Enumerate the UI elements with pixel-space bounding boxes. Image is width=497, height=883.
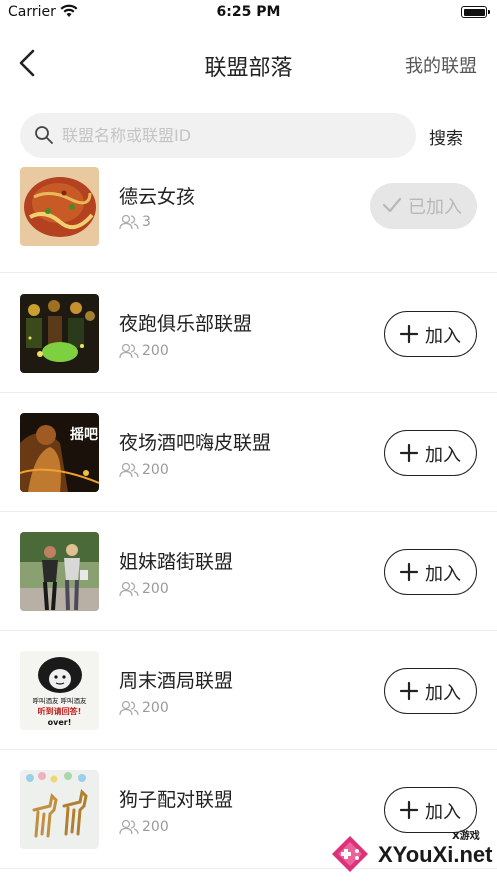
search-input[interactable] — [62, 113, 402, 158]
alliance-name: 周末酒局联盟 — [119, 670, 234, 692]
alliance-thumbnail: 摇吧 — [20, 413, 99, 492]
join-button[interactable]: 加入 — [384, 668, 477, 714]
meme-image-icon: 呼叫酒友 呼叫酒友 听到请回答! over! — [20, 651, 99, 730]
alliance-thumbnail — [20, 294, 99, 373]
dogs-drawing-icon — [20, 770, 99, 849]
gamepad-logo-icon — [332, 836, 368, 872]
alliance-thumbnail — [20, 770, 99, 849]
list-item[interactable]: 摇吧 夜场酒吧嗨皮联盟 200 加入 — [0, 393, 497, 512]
watermark: X游戏 XYouXi.net — [322, 826, 497, 883]
meme-caption-1: 呼叫酒友 呼叫酒友 — [32, 696, 87, 705]
alliance-thumbnail — [20, 167, 99, 246]
member-count: 200 — [142, 343, 169, 359]
back-chevron-icon[interactable] — [12, 46, 46, 80]
member-count: 3 — [142, 214, 151, 230]
plus-icon — [399, 800, 419, 820]
alliance-thumbnail — [20, 532, 99, 611]
join-label: 加入 — [425, 683, 461, 704]
alliance-name: 姐妹踏街联盟 — [119, 551, 234, 573]
join-button[interactable]: 加入 — [384, 430, 477, 476]
members-icon — [119, 819, 139, 835]
member-count: 200 — [142, 700, 169, 716]
members-icon — [119, 700, 139, 716]
bar-thumb-caption: 摇吧 — [70, 426, 98, 443]
joined-button[interactable]: 已加入 — [370, 183, 477, 229]
join-label: 加入 — [425, 445, 461, 466]
alliance-name: 夜跑俱乐部联盟 — [119, 313, 253, 335]
food-photo-icon — [20, 167, 99, 246]
clock: 6:25 PM — [216, 4, 281, 20]
search-icon — [35, 126, 53, 144]
meme-caption-2: 听到请回答! — [38, 706, 82, 716]
member-count: 200 — [142, 581, 169, 597]
plus-icon — [399, 443, 419, 463]
meme-caption-3: over! — [48, 718, 72, 727]
alliance-name: 德云女孩 — [119, 186, 196, 208]
search-bar — [20, 113, 416, 158]
navigation-bar: 联盟部落 我的联盟 — [0, 26, 497, 100]
status-bar: Carrier 6:25 PM — [0, 0, 497, 26]
alliance-name: 夜场酒吧嗨皮联盟 — [119, 432, 272, 454]
search-button[interactable]: 搜索 — [429, 124, 463, 149]
watermark-subtitle: X游戏 — [452, 831, 480, 842]
list-item[interactable]: 呼叫酒友 呼叫酒友 听到请回答! over! 周末酒局联盟 200 加入 — [0, 631, 497, 750]
joined-label: 已加入 — [408, 197, 462, 218]
my-alliance-button[interactable]: 我的联盟 — [405, 52, 477, 78]
join-button[interactable]: 加入 — [384, 549, 477, 595]
join-label: 加入 — [425, 802, 461, 823]
plus-icon — [399, 562, 419, 582]
list-item[interactable]: 夜跑俱乐部联盟 200 加入 — [0, 274, 497, 393]
members-icon — [119, 343, 139, 359]
list-item[interactable]: 姐妹踏街联盟 200 加入 — [0, 512, 497, 631]
bar-photo-icon: 摇吧 — [20, 413, 99, 492]
alliance-thumbnail: 呼叫酒友 呼叫酒友 听到请回答! over! — [20, 651, 99, 730]
member-count: 200 — [142, 819, 169, 835]
check-icon — [382, 197, 402, 213]
join-button[interactable]: 加入 — [384, 311, 477, 357]
plus-icon — [399, 324, 419, 344]
watermark-text: XYouXi.net — [378, 842, 493, 867]
battery-icon — [461, 6, 490, 18]
night-party-photo-icon — [20, 294, 99, 373]
members-icon — [119, 214, 139, 230]
members-icon — [119, 462, 139, 478]
list-item[interactable]: 德云女孩 3 已加入 — [0, 154, 497, 273]
plus-icon — [399, 681, 419, 701]
member-count: 200 — [142, 462, 169, 478]
join-label: 加入 — [425, 564, 461, 585]
join-label: 加入 — [425, 326, 461, 347]
alliance-name: 狗子配对联盟 — [119, 789, 234, 811]
members-icon — [119, 581, 139, 597]
street-photo-icon — [20, 532, 99, 611]
